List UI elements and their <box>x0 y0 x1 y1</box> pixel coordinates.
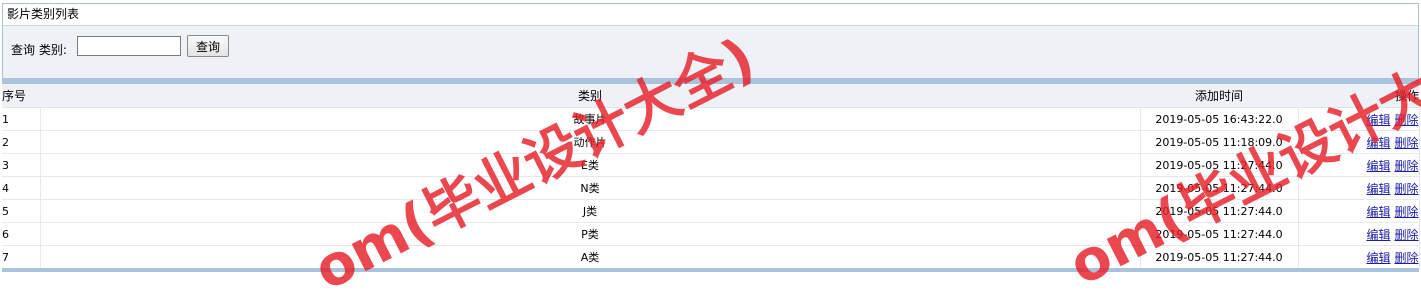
delete-link[interactable]: 删除 <box>1394 205 1418 219</box>
table-row: 7 A类 2019-05-05 11:27:44.0 编辑 删除 <box>2 245 1420 269</box>
table-row: 2 动作片 2019-05-05 11:18:09.0 编辑 删除 <box>2 130 1420 154</box>
page-title: 影片类别列表 <box>2 3 1419 25</box>
cell-time: 2019-05-05 11:27:44.0 <box>1140 153 1299 177</box>
cell-type: N类 <box>40 176 1141 200</box>
delete-link[interactable]: 删除 <box>1394 228 1418 242</box>
table-row: 5 J类 2019-05-05 11:27:44.0 编辑 删除 <box>2 199 1420 223</box>
cell-seq: 4 <box>2 176 41 200</box>
cell-type: J类 <box>40 199 1141 223</box>
delete-link[interactable]: 删除 <box>1394 182 1418 196</box>
cell-time: 2019-05-05 11:27:44.0 <box>1140 222 1299 246</box>
header-ops: 操作 <box>1298 84 1419 108</box>
cell-time: 2019-05-05 11:27:44.0 <box>1140 176 1299 200</box>
cell-ops: 编辑 删除 <box>1298 222 1420 246</box>
cell-ops: 编辑 删除 <box>1298 107 1420 131</box>
edit-link[interactable]: 编辑 <box>1366 159 1390 173</box>
delete-link[interactable]: 删除 <box>1394 113 1418 127</box>
header-type: 类别 <box>40 84 1140 108</box>
cell-ops: 编辑 删除 <box>1298 153 1420 177</box>
header-time: 添加时间 <box>1140 84 1298 108</box>
edit-link[interactable]: 编辑 <box>1366 136 1390 150</box>
cell-seq: 5 <box>2 199 41 223</box>
cell-seq: 3 <box>2 153 41 177</box>
search-button[interactable]: 查询 <box>187 35 229 57</box>
cell-type: 故事片 <box>40 107 1141 131</box>
table-row: 3 E类 2019-05-05 11:27:44.0 编辑 删除 <box>2 153 1420 177</box>
cell-time: 2019-05-05 16:43:22.0 <box>1140 107 1299 131</box>
cell-type: P类 <box>40 222 1141 246</box>
edit-link[interactable]: 编辑 <box>1366 251 1390 265</box>
search-label: 查询 类别: <box>11 43 67 57</box>
table-header-row: 序号 类别 添加时间 操作 <box>2 84 1419 108</box>
category-table: 序号 类别 添加时间 操作 1 故事片 2019-05-05 16:43:22.0 编… <box>2 84 1420 269</box>
cell-type: 动作片 <box>40 130 1141 154</box>
header-seq: 序号 <box>2 84 40 108</box>
edit-link[interactable]: 编辑 <box>1366 205 1390 219</box>
search-input[interactable] <box>77 36 181 56</box>
cell-time: 2019-05-05 11:27:44.0 <box>1140 199 1299 223</box>
table-row: 1 故事片 2019-05-05 16:43:22.0 编辑 删除 <box>2 107 1420 131</box>
cell-ops: 编辑 删除 <box>1298 176 1420 200</box>
delete-link[interactable]: 删除 <box>1394 136 1418 150</box>
delete-link[interactable]: 删除 <box>1394 159 1418 173</box>
cell-ops: 编辑 删除 <box>1298 130 1420 154</box>
cell-seq: 1 <box>2 107 41 131</box>
cell-type: A类 <box>40 245 1141 269</box>
edit-link[interactable]: 编辑 <box>1366 228 1390 242</box>
bottom-band <box>2 268 1419 272</box>
search-panel: 查询 类别: 查询 <box>2 25 1419 79</box>
table-row: 4 N类 2019-05-05 11:27:44.0 编辑 删除 <box>2 176 1420 200</box>
edit-link[interactable]: 编辑 <box>1366 113 1390 127</box>
cell-ops: 编辑 删除 <box>1298 199 1420 223</box>
cell-type: E类 <box>40 153 1141 177</box>
cell-seq: 6 <box>2 222 41 246</box>
cell-time: 2019-05-05 11:27:44.0 <box>1140 245 1299 269</box>
delete-link[interactable]: 删除 <box>1394 251 1418 265</box>
cell-ops: 编辑 删除 <box>1298 245 1420 269</box>
cell-seq: 2 <box>2 130 41 154</box>
table-row: 6 P类 2019-05-05 11:27:44.0 编辑 删除 <box>2 222 1420 246</box>
edit-link[interactable]: 编辑 <box>1366 182 1390 196</box>
cell-time: 2019-05-05 11:18:09.0 <box>1140 130 1299 154</box>
cell-seq: 7 <box>2 245 41 269</box>
